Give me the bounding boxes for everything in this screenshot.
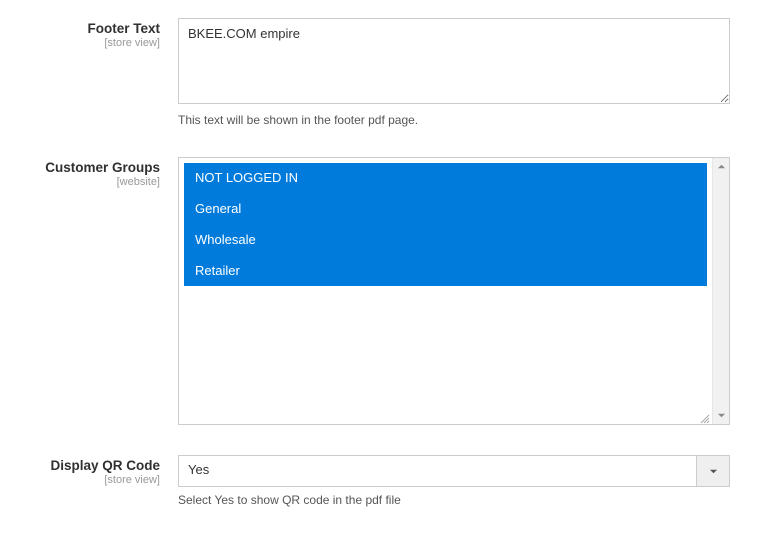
scroll-up-icon[interactable]: [713, 158, 729, 175]
footer-text-help: This text will be shown in the footer pd…: [178, 113, 730, 127]
footer-text-wrap: [178, 18, 730, 107]
multiselect-scrollbar[interactable]: [712, 158, 729, 424]
label-col: Display QR Code [store view]: [18, 455, 178, 486]
row-customer-groups: Customer Groups [website] NOT LOGGED IN …: [18, 157, 730, 425]
field-col: Yes Select Yes to show QR code in the pd…: [178, 455, 730, 507]
display-qr-scope: [store view]: [18, 474, 160, 486]
option-not-logged-in[interactable]: NOT LOGGED IN: [184, 163, 707, 194]
option-general[interactable]: General: [184, 194, 707, 225]
footer-text-label: Footer Text: [18, 21, 160, 36]
customer-groups-label: Customer Groups: [18, 160, 160, 175]
select-dropdown-button[interactable]: [696, 455, 730, 487]
footer-text-scope: [store view]: [18, 37, 160, 49]
row-footer-text: Footer Text [store view] This text will …: [18, 18, 730, 127]
field-col: NOT LOGGED IN General Wholesale Retailer: [178, 157, 730, 425]
field-col: This text will be shown in the footer pd…: [178, 18, 730, 127]
display-qr-value: Yes: [178, 455, 696, 487]
label-col: Customer Groups [website]: [18, 157, 178, 188]
scroll-down-icon[interactable]: [713, 407, 729, 424]
display-qr-label: Display QR Code: [18, 458, 160, 473]
resize-handle-icon: [700, 412, 710, 422]
display-qr-help: Select Yes to show QR code in the pdf fi…: [178, 493, 730, 507]
customer-groups-scope: [website]: [18, 176, 160, 188]
multiselect-inner: NOT LOGGED IN General Wholesale Retailer: [179, 158, 712, 424]
row-display-qr: Display QR Code [store view] Yes Select …: [18, 455, 730, 507]
option-retailer[interactable]: Retailer: [184, 256, 707, 287]
customer-groups-multiselect[interactable]: NOT LOGGED IN General Wholesale Retailer: [178, 157, 730, 425]
footer-text-input[interactable]: [178, 18, 730, 104]
chevron-down-icon: [709, 467, 718, 476]
multiselect-options: NOT LOGGED IN General Wholesale Retailer: [179, 158, 712, 291]
label-col: Footer Text [store view]: [18, 18, 178, 49]
option-wholesale[interactable]: Wholesale: [184, 225, 707, 256]
display-qr-select[interactable]: Yes: [178, 455, 730, 487]
